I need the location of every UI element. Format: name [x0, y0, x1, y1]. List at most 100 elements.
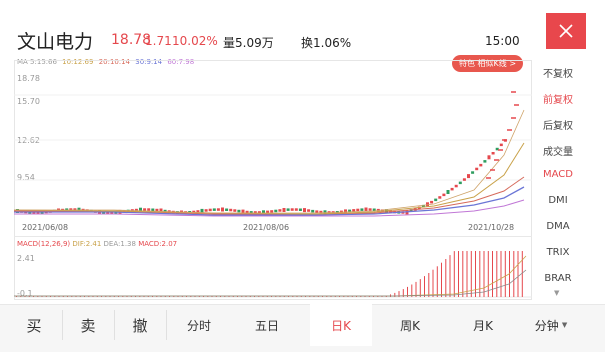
macd-value: MACD:2.07 — [138, 240, 178, 248]
macd-bar — [224, 296, 226, 297]
macd-bar — [211, 296, 213, 297]
candlesticks — [16, 139, 507, 215]
macd-bar — [58, 296, 60, 297]
cancel-order-button[interactable]: 撤 — [118, 304, 162, 346]
candlestick — [151, 208, 155, 211]
macd-bar — [130, 296, 132, 297]
macd-bar — [92, 296, 94, 297]
turnover-readout: 换1.06% — [301, 36, 352, 50]
macd-bar — [492, 251, 493, 297]
macd-dea-line — [14, 269, 527, 297]
candlestick — [491, 152, 495, 155]
side-macd[interactable]: MACD — [532, 169, 584, 180]
macd-bar — [152, 296, 153, 297]
candlestick — [352, 209, 356, 212]
divider — [14, 236, 532, 237]
macd-bar — [458, 251, 459, 297]
macd-bar — [262, 296, 264, 297]
side-dmi[interactable]: DMI — [532, 195, 584, 206]
chevron-down-icon: ▼ — [561, 321, 568, 329]
divider — [166, 310, 167, 340]
macd-bar — [462, 251, 464, 297]
macd-bar — [347, 296, 349, 297]
macd-histogram — [16, 251, 523, 297]
macd-bar — [118, 296, 119, 297]
candlestick — [298, 208, 302, 211]
macd-bar — [109, 296, 111, 297]
macd-bar — [466, 251, 468, 297]
candlestick — [282, 208, 286, 212]
divider — [114, 310, 115, 340]
candlestick — [208, 208, 212, 212]
macd-bar — [105, 296, 107, 297]
candlestick — [204, 209, 208, 212]
macd-bar — [169, 296, 170, 297]
candlestick — [499, 143, 503, 147]
macd-bar — [245, 296, 247, 297]
macd-bar — [449, 255, 451, 297]
tab-daily-k[interactable]: 日K — [310, 304, 372, 346]
macd-bar — [194, 296, 196, 297]
tab-weekly-k[interactable]: 周K — [385, 304, 435, 346]
side-backward-adjust[interactable]: 后复权 — [532, 117, 584, 132]
macd-bar — [198, 296, 200, 297]
chevron-down-icon[interactable]: ▼ — [554, 289, 559, 297]
side-forward-adjust[interactable]: 前复权 — [532, 91, 584, 106]
macd-bar — [309, 296, 311, 297]
macd-dif: DIF:2.41 — [72, 240, 102, 248]
close-button[interactable] — [546, 13, 586, 49]
macd-bar — [173, 296, 175, 297]
macd-bar — [254, 296, 255, 297]
macd-bar — [143, 296, 145, 297]
tab-five-day[interactable]: 五日 — [242, 304, 292, 346]
stock-name: 文山电力 — [17, 31, 94, 53]
macd-bar — [288, 296, 289, 297]
macd-bar — [101, 296, 102, 297]
candlestick — [307, 209, 311, 212]
macd-bar — [322, 296, 323, 297]
ma10-line — [14, 142, 525, 215]
macd-bar — [279, 296, 281, 297]
candlestick — [446, 190, 450, 194]
candlestick — [286, 208, 290, 211]
macd-bar — [37, 296, 39, 297]
macd-chart — [14, 251, 532, 298]
macd-bar — [45, 296, 47, 297]
candlestick — [483, 160, 487, 163]
macd-bar — [326, 296, 328, 297]
candlestick — [471, 171, 475, 174]
macd-params: MACD(12,26,9) — [17, 240, 71, 248]
side-brar[interactable]: BRAR — [532, 273, 584, 284]
candlestick — [233, 209, 237, 212]
buy-button[interactable]: 买 — [12, 304, 56, 346]
side-volume[interactable]: 成交量 — [532, 143, 584, 158]
candlestick — [475, 167, 479, 171]
macd-bar — [339, 296, 340, 297]
macd-bar — [300, 296, 302, 297]
side-no-adjust[interactable]: 不复权 — [532, 65, 584, 80]
tab-minute[interactable]: 分钟 ▼ — [528, 304, 574, 346]
sell-button[interactable]: 卖 — [66, 304, 110, 346]
macd-bar — [160, 296, 162, 297]
macd-bar — [296, 296, 298, 297]
macd-bar — [441, 262, 442, 297]
price-change: 1.71 — [145, 34, 172, 48]
kline-chart — [14, 91, 532, 217]
macd-bar — [62, 296, 64, 297]
candlestick — [434, 198, 438, 202]
macd-bar — [377, 296, 379, 297]
macd-bar — [313, 296, 315, 297]
macd-bar — [373, 296, 374, 297]
candlestick — [229, 208, 233, 212]
candlestick — [278, 209, 282, 212]
side-trix[interactable]: TRIX — [532, 247, 584, 258]
macd-bar — [292, 296, 294, 297]
macd-bar — [75, 296, 77, 297]
candlestick — [356, 208, 360, 212]
candlestick — [216, 208, 220, 211]
macd-bar — [364, 296, 366, 297]
side-dma[interactable]: DMA — [532, 221, 584, 232]
macd-bar — [50, 296, 51, 297]
tab-intraday[interactable]: 分时 — [174, 304, 224, 346]
tab-monthly-k[interactable]: 月K — [458, 304, 508, 346]
